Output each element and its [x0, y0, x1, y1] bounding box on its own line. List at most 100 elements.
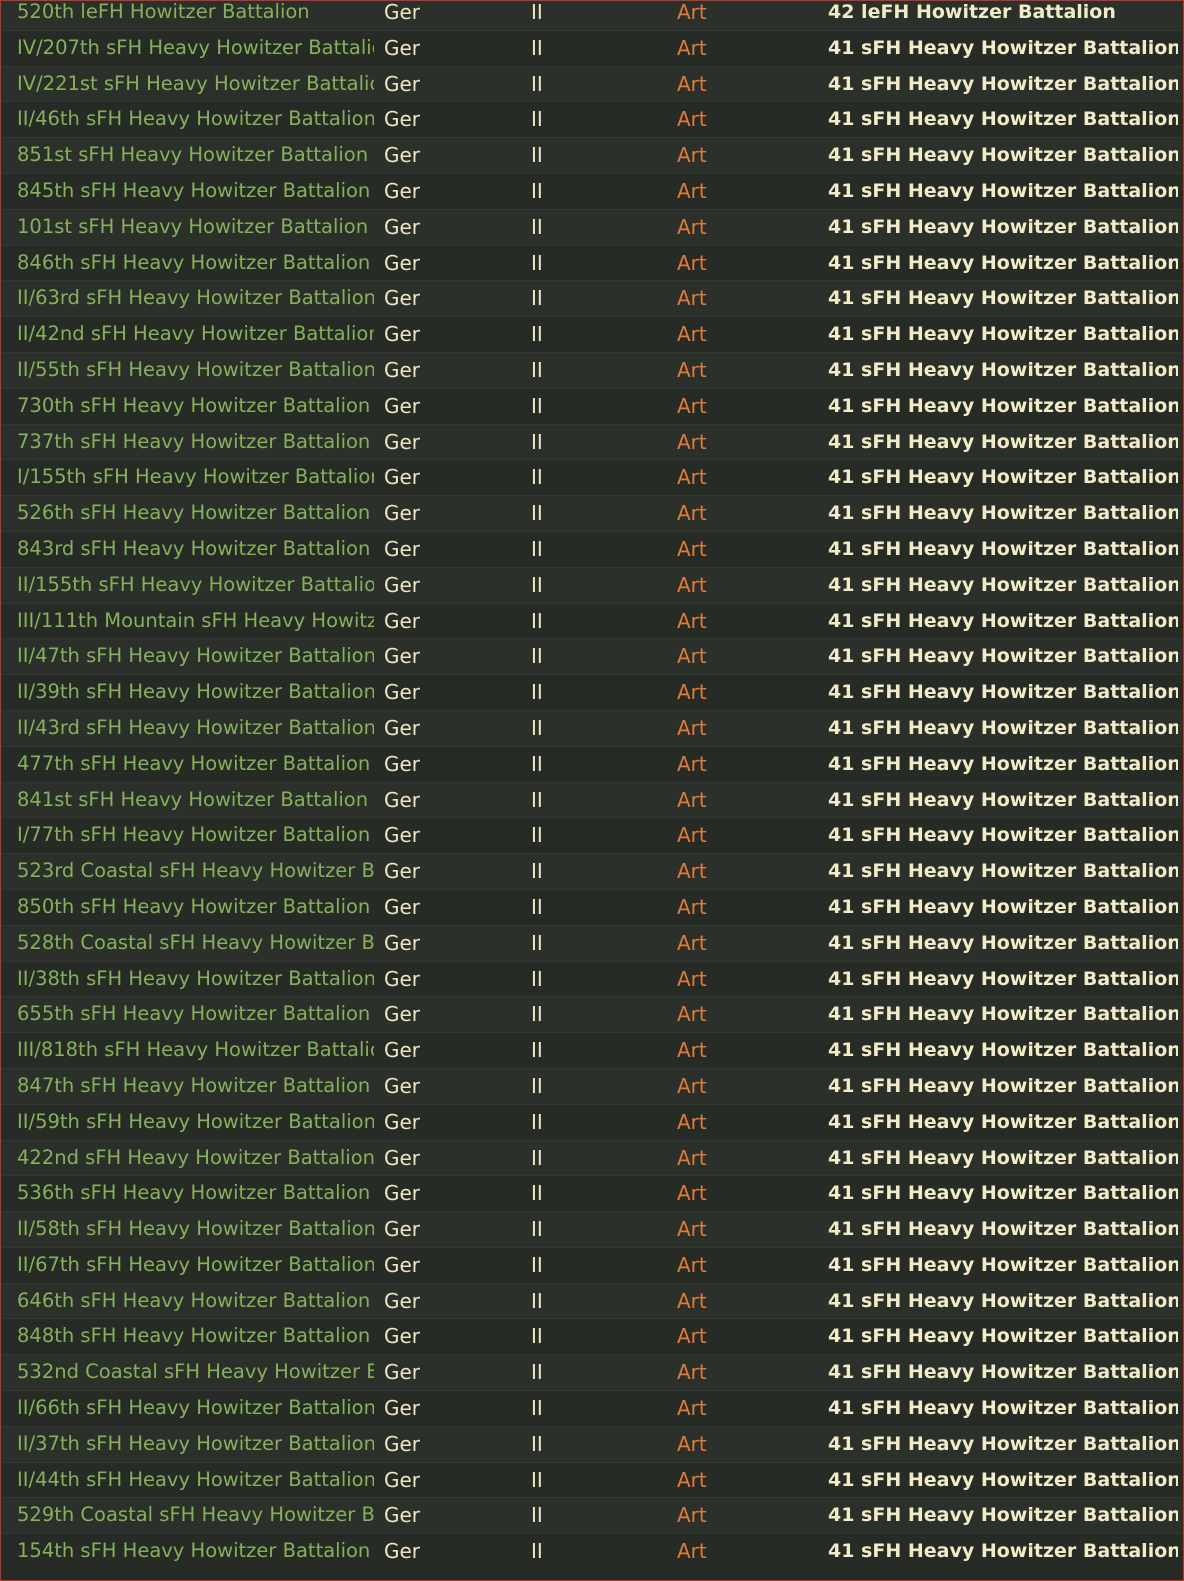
unit-template: 41 sFH Heavy Howitzer Battalion	[828, 72, 1178, 95]
unit-row[interactable]: I/77th sFH Heavy Howitzer Battalion Ger …	[1, 817, 1183, 854]
unit-row[interactable]: 730th sFH Heavy Howitzer Battalion Ger I…	[1, 387, 1183, 424]
unit-row[interactable]: 846th sFH Heavy Howitzer Battalion Ger I…	[1, 244, 1183, 281]
unit-row[interactable]: I/155th sFH Heavy Howitzer Battalion Ger…	[1, 459, 1183, 496]
unit-row[interactable]: 536th sFH Heavy Howitzer Battalion Ger I…	[1, 1175, 1183, 1212]
unit-row[interactable]: II/63rd sFH Heavy Howitzer Battalion Ger…	[1, 280, 1183, 317]
unit-template: 41 sFH Heavy Howitzer Battalion	[828, 860, 1178, 883]
unit-row[interactable]: II/44th sFH Heavy Howitzer Battalion Ger…	[1, 1461, 1183, 1498]
unit-type: Art	[677, 1109, 707, 1134]
unit-size: II	[531, 214, 543, 239]
unit-type: Art	[677, 644, 707, 669]
unit-name: 154th sFH Heavy Howitzer Battalion	[17, 1539, 371, 1563]
unit-row[interactable]: 526th sFH Heavy Howitzer Battalion Ger I…	[1, 495, 1183, 531]
unit-template: 41 sFH Heavy Howitzer Battalion	[828, 1325, 1178, 1348]
unit-row[interactable]: 520th leFH Howitzer Battalion Ger II Art…	[1, 0, 1183, 30]
unit-row[interactable]: 850th sFH Heavy Howitzer Battalion Ger I…	[1, 888, 1183, 925]
unit-type: Art	[677, 715, 707, 740]
unit-name: 730th sFH Heavy Howitzer Battalion	[17, 393, 371, 417]
unit-name: 528th Coastal sFH Heavy Howitzer Ba	[17, 930, 374, 954]
unit-row[interactable]: II/67th sFH Heavy Howitzer Battalion Ger…	[1, 1246, 1183, 1283]
unit-size: II	[531, 143, 543, 168]
unit-nation: Ger	[384, 1109, 421, 1134]
unit-row[interactable]: II/66th sFH Heavy Howitzer Battalion Ger…	[1, 1390, 1183, 1426]
unit-type: Art	[677, 1324, 707, 1349]
unit-size: II	[531, 1288, 543, 1313]
unit-nation: Ger	[384, 1431, 421, 1456]
unit-type: Art	[677, 1396, 707, 1421]
unit-type: Art	[677, 859, 707, 884]
unit-name: 520th leFH Howitzer Battalion	[17, 0, 310, 23]
unit-type: Art	[677, 1360, 707, 1385]
unit-row[interactable]: 532nd Coastal sFH Heavy Howitzer B Ger I…	[1, 1354, 1183, 1391]
unit-size: II	[531, 71, 543, 96]
unit-size: II	[531, 465, 543, 490]
unit-row[interactable]: 529th Coastal sFH Heavy Howitzer Ba Ger …	[1, 1497, 1183, 1534]
unit-row[interactable]: II/47th sFH Heavy Howitzer Battalion Ger…	[1, 638, 1183, 675]
unit-template: 41 sFH Heavy Howitzer Battalion	[828, 645, 1178, 668]
unit-row[interactable]: II/43rd sFH Heavy Howitzer Battalion Ger…	[1, 709, 1183, 746]
unit-nation: Ger	[384, 1324, 421, 1349]
unit-size: II	[531, 1217, 543, 1242]
unit-type: Art	[677, 0, 707, 24]
unit-template: 41 sFH Heavy Howitzer Battalion	[828, 1432, 1178, 1455]
unit-template: 41 sFH Heavy Howitzer Battalion	[828, 251, 1178, 274]
unit-row[interactable]: 523rd Coastal sFH Heavy Howitzer Ba Ger …	[1, 853, 1183, 889]
unit-template: 41 sFH Heavy Howitzer Battalion	[828, 681, 1178, 704]
unit-size: II	[531, 680, 543, 705]
unit-row[interactable]: II/39th sFH Heavy Howitzer Battalion Ger…	[1, 674, 1183, 710]
unit-nation: Ger	[384, 1145, 421, 1170]
unit-row[interactable]: II/55th sFH Heavy Howitzer Battalion Ger…	[1, 351, 1183, 388]
unit-row[interactable]: II/155th sFH Heavy Howitzer Battalion Ge…	[1, 566, 1183, 603]
unit-type: Art	[677, 501, 707, 526]
unit-row[interactable]: 154th sFH Heavy Howitzer Battalion Ger I…	[1, 1533, 1183, 1570]
unit-row[interactable]: IV/207th sFH Heavy Howitzer Battalio Ger…	[1, 29, 1183, 66]
unit-size: II	[531, 859, 543, 884]
unit-row[interactable]: 843rd sFH Heavy Howitzer Battalion Ger I…	[1, 530, 1183, 567]
unit-row[interactable]: 477th sFH Heavy Howitzer Battalion Ger I…	[1, 745, 1183, 782]
unit-row[interactable]: 646th sFH Heavy Howitzer Battalion Ger I…	[1, 1282, 1183, 1319]
unit-nation: Ger	[384, 894, 421, 919]
unit-template: 41 sFH Heavy Howitzer Battalion	[828, 287, 1178, 310]
unit-row[interactable]: 845th sFH Heavy Howitzer Battalion Ger I…	[1, 172, 1183, 209]
unit-template: 41 sFH Heavy Howitzer Battalion	[828, 1468, 1178, 1491]
unit-type: Art	[677, 357, 707, 382]
unit-row[interactable]: 101st sFH Heavy Howitzer Battalion Ger I…	[1, 208, 1183, 245]
unit-row[interactable]: II/42nd sFH Heavy Howitzer Battalion Ger…	[1, 316, 1183, 352]
unit-row[interactable]: 737th sFH Heavy Howitzer Battalion Ger I…	[1, 423, 1183, 460]
unit-row[interactable]: 422nd sFH Heavy Howitzer Battalion Ger I…	[1, 1139, 1183, 1176]
unit-size: II	[531, 107, 543, 132]
unit-list-window: 520th leFH Howitzer Battalion Ger II Art…	[0, 0, 1184, 1581]
unit-type: Art	[677, 894, 707, 919]
unit-row[interactable]: 841st sFH Heavy Howitzer Battalion Ger I…	[1, 781, 1183, 818]
unit-type: Art	[677, 1002, 707, 1027]
unit-size: II	[531, 1145, 543, 1170]
unit-row[interactable]: II/37th sFH Heavy Howitzer Battalion Ger…	[1, 1425, 1183, 1462]
unit-nation: Ger	[384, 751, 421, 776]
unit-row[interactable]: III/111th Mountain sFH Heavy Howitzer Ge…	[1, 602, 1183, 639]
unit-row[interactable]: II/59th sFH Heavy Howitzer Battalion Ger…	[1, 1103, 1183, 1140]
unit-row[interactable]: II/38th sFH Heavy Howitzer Battalion Ger…	[1, 960, 1183, 997]
unit-row[interactable]: 851st sFH Heavy Howitzer Battalion Ger I…	[1, 137, 1183, 173]
unit-type: Art	[677, 1181, 707, 1206]
unit-row[interactable]: 528th Coastal sFH Heavy Howitzer Ba Ger …	[1, 924, 1183, 961]
unit-size: II	[531, 0, 543, 24]
unit-nation: Ger	[384, 0, 421, 24]
unit-row[interactable]: II/58th sFH Heavy Howitzer Battalion Ger…	[1, 1211, 1183, 1247]
unit-row[interactable]: 655th sFH Heavy Howitzer Battalion Ger I…	[1, 996, 1183, 1033]
unit-size: II	[531, 930, 543, 955]
unit-name: III/818th sFH Heavy Howitzer Battalio	[17, 1038, 374, 1062]
unit-size: II	[531, 1109, 543, 1134]
unit-row[interactable]: II/46th sFH Heavy Howitzer Battalion Ger…	[1, 101, 1183, 138]
unit-name: 850th sFH Heavy Howitzer Battalion	[17, 894, 371, 918]
unit-row[interactable]: IV/221st sFH Heavy Howitzer Battalio Ger…	[1, 65, 1183, 102]
unit-name: IV/207th sFH Heavy Howitzer Battalio	[17, 35, 374, 59]
unit-nation: Ger	[384, 1396, 421, 1421]
unit-row[interactable]: III/818th sFH Heavy Howitzer Battalio Ge…	[1, 1032, 1183, 1068]
unit-template: 41 sFH Heavy Howitzer Battalion	[828, 609, 1178, 632]
unit-row[interactable]: 848th sFH Heavy Howitzer Battalion Ger I…	[1, 1318, 1183, 1355]
unit-name: II/155th sFH Heavy Howitzer Battalion	[17, 572, 374, 596]
unit-template: 41 sFH Heavy Howitzer Battalion	[828, 1397, 1178, 1420]
unit-nation: Ger	[384, 107, 421, 132]
unit-row[interactable]: 847th sFH Heavy Howitzer Battalion Ger I…	[1, 1067, 1183, 1104]
unit-template: 42 leFH Howitzer Battalion	[828, 1, 1116, 23]
